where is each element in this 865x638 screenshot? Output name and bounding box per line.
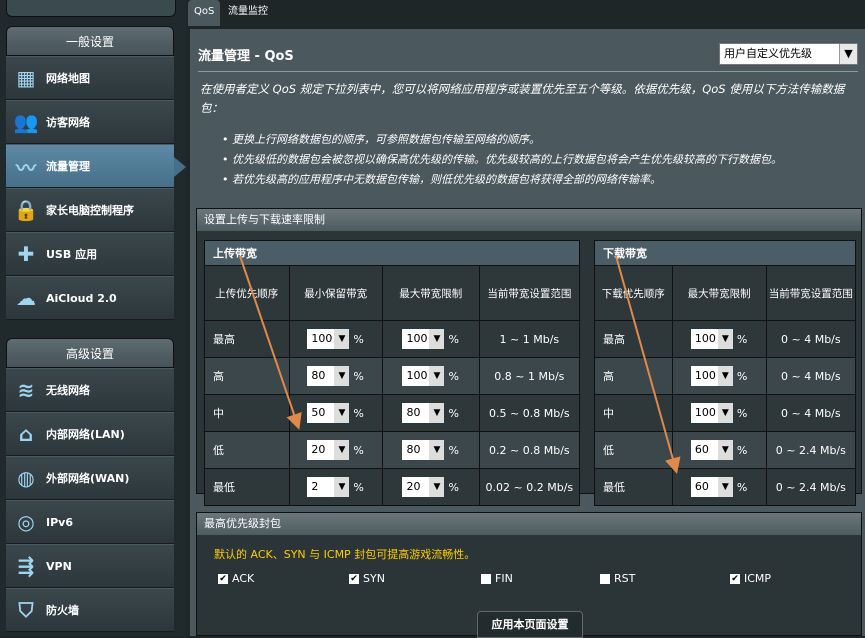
arrow-upload xyxy=(239,255,302,430)
annotation-arrows xyxy=(239,255,681,474)
arrow-download xyxy=(615,255,681,474)
